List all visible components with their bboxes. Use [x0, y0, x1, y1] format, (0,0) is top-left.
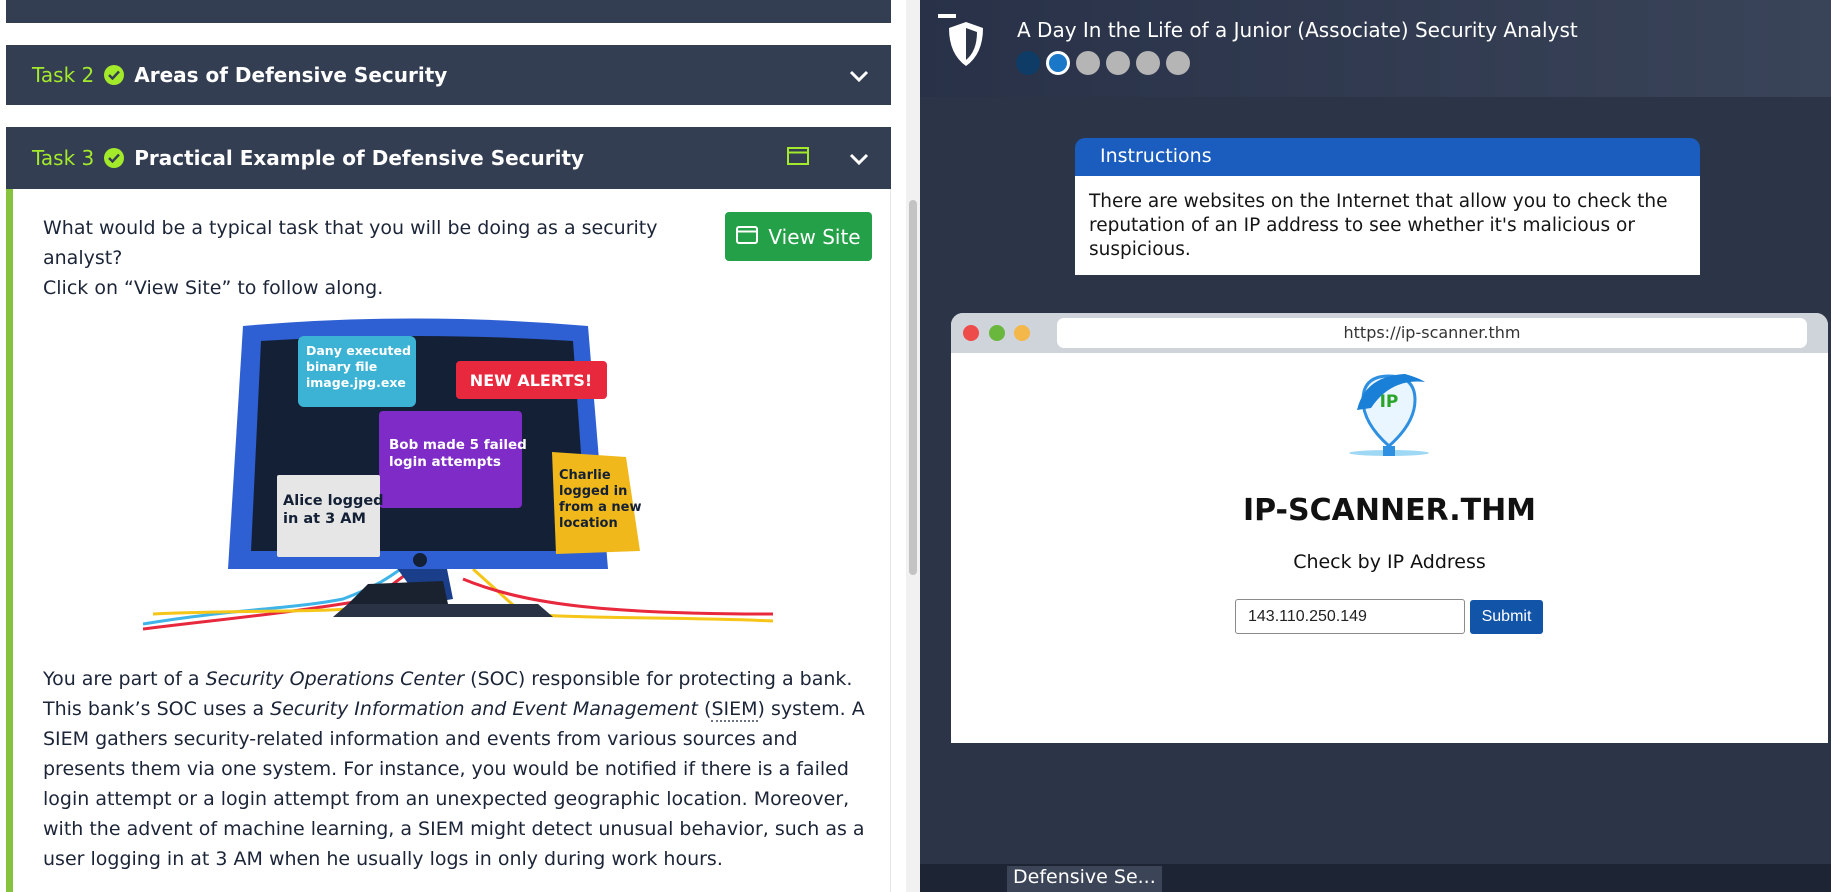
progress-step-2[interactable]: [1046, 51, 1070, 75]
task-3-bar[interactable]: Task 3 Practical Example of Defensive Se…: [6, 127, 891, 189]
task-2-bar[interactable]: Task 2 Areas of Defensive Security: [6, 45, 891, 105]
site-subtitle: Check by IP Address: [1293, 551, 1486, 573]
task-2-title: Areas of Defensive Security: [134, 63, 448, 87]
taskbar-tab-defensive-security[interactable]: Defensive Se...: [1007, 866, 1162, 892]
intro-text: What would be a typical task that you wi…: [43, 213, 733, 303]
instructions-header: Instructions: [1075, 138, 1700, 176]
simulated-browser: https://ip-scanner.thm IP IP-SCANNER.THM…: [951, 313, 1828, 743]
checkmark-icon: [104, 65, 125, 85]
maximize-dot-icon[interactable]: [1014, 325, 1030, 341]
body-text-3: (: [698, 698, 712, 720]
progress-step-5[interactable]: [1136, 51, 1160, 75]
soc-explanation-paragraph: You are part of a Security Operations Ce…: [43, 664, 883, 874]
progress-step-1[interactable]: [1016, 51, 1040, 75]
browser-window-icon[interactable]: [787, 146, 809, 170]
body-text-1: You are part of a: [43, 668, 206, 690]
progress-step-3[interactable]: [1076, 51, 1100, 75]
ip-scanner-logo: IP: [1349, 374, 1429, 456]
attack-box-panel: A Day In the Life of a Junior (Associate…: [920, 0, 1831, 892]
shield-icon: [949, 22, 983, 66]
browser-window-icon: [736, 225, 759, 249]
address-bar[interactable]: https://ip-scanner.thm: [1057, 318, 1807, 348]
site-title: IP-SCANNER.THM: [1242, 493, 1537, 528]
soc-term: Security Operations Center: [205, 668, 465, 690]
view-site-button[interactable]: View Site: [725, 212, 872, 261]
task-3-content: What would be a typical task that you wi…: [6, 189, 891, 892]
progress-step-4[interactable]: [1106, 51, 1130, 75]
submit-button[interactable]: Submit: [1470, 600, 1543, 634]
task-3-number: Task 3: [32, 146, 95, 170]
intro-line-1: What would be a typical task that you wi…: [43, 217, 658, 269]
view-site-label: View Site: [768, 224, 861, 249]
body-text-4: ) system. A SIEM gathers security-relate…: [43, 698, 865, 870]
progress-dots: [1016, 51, 1190, 75]
task-1-bar[interactable]: [6, 0, 891, 23]
room-header: A Day In the Life of a Junior (Associate…: [920, 0, 1831, 97]
intro-line-2: Click on “View Site” to follow along.: [43, 277, 384, 299]
task-panel: Task 2 Areas of Defensive Security Task …: [0, 0, 906, 892]
minimize-icon[interactable]: [938, 14, 956, 18]
ip-address-input[interactable]: [1235, 599, 1465, 634]
siem-term: Security Information and Event Managemen…: [270, 698, 699, 720]
siem-monitor-illustration: Dany executed binary file image.jpg.exe …: [143, 318, 773, 631]
close-dot-icon[interactable]: [963, 325, 979, 341]
chevron-down-icon[interactable]: [849, 146, 869, 170]
siem-abbreviation[interactable]: SIEM: [711, 698, 758, 722]
chevron-down-icon[interactable]: [849, 63, 869, 87]
task-3-title: Practical Example of Defensive Security: [134, 146, 585, 170]
browser-toolbar: https://ip-scanner.thm: [951, 313, 1828, 353]
task-2-number: Task 2: [32, 63, 95, 87]
scrollbar-thumb[interactable]: [909, 200, 917, 575]
minimize-dot-icon[interactable]: [989, 325, 1005, 341]
checkmark-icon: [104, 148, 125, 168]
progress-step-6[interactable]: [1166, 51, 1190, 75]
ip-logo-text: IP: [1380, 392, 1399, 412]
new-alerts-banner: NEW ALERTS!: [470, 371, 592, 390]
room-title: A Day In the Life of a Junior (Associate…: [1017, 18, 1578, 42]
instructions-text: There are websites on the Internet that …: [1075, 176, 1700, 275]
